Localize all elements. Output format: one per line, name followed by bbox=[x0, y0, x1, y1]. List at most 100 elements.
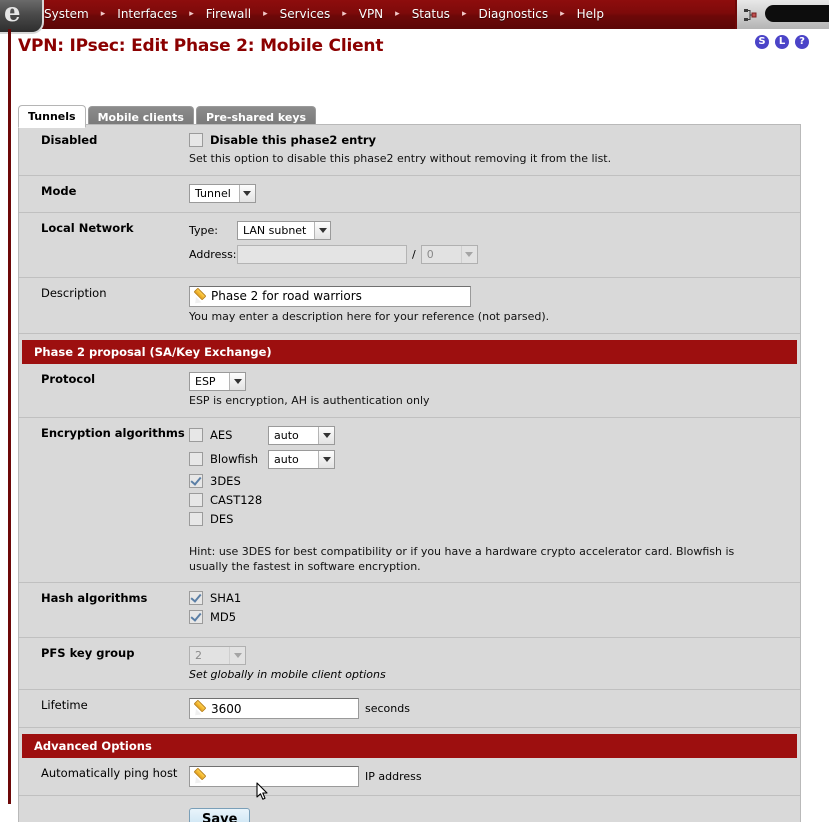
main-navigation-bar: System ▸ Interfaces ▸ Firewall ▸ Service… bbox=[0, 0, 829, 29]
local-network-type-row: Type: LAN subnet bbox=[189, 220, 788, 240]
pfsense-page: System ▸ Interfaces ▸ Firewall ▸ Service… bbox=[0, 0, 829, 822]
section-phase2-proposal: Phase 2 proposal (SA/Key Exchange) bbox=[22, 339, 797, 364]
label-mode: Mode bbox=[41, 183, 77, 198]
cast128-checkbox[interactable] bbox=[189, 492, 203, 507]
encryption-option-aes[interactable]: AES auto bbox=[189, 425, 788, 445]
nav-separator-icon: ▸ bbox=[395, 9, 400, 19]
cast128-label: CAST128 bbox=[210, 492, 263, 507]
disable-phase2-checkbox[interactable] bbox=[189, 133, 203, 147]
3des-label: 3DES bbox=[210, 473, 241, 488]
tab-tunnels[interactable]: Tunnels bbox=[18, 105, 86, 128]
nav-items: System ▸ Interfaces ▸ Firewall ▸ Service… bbox=[34, 0, 614, 29]
nav-item-firewall[interactable]: Firewall bbox=[196, 0, 261, 29]
row-protocol: Protocol ESP ESP is encryption, AH is au… bbox=[19, 364, 800, 418]
chevron-down-icon bbox=[460, 245, 477, 263]
nav-separator-icon: ▸ bbox=[342, 9, 347, 19]
save-row: Save bbox=[19, 796, 800, 822]
field-mode: Tunnel bbox=[189, 183, 800, 204]
nav-item-status[interactable]: Status bbox=[402, 0, 460, 29]
nav-item-diagnostics[interactable]: Diagnostics bbox=[468, 0, 558, 29]
mode-select[interactable]: Tunnel bbox=[189, 183, 256, 203]
local-network-cidr-select[interactable]: 0 bbox=[420, 244, 478, 264]
local-network-type-select[interactable]: LAN subnet bbox=[237, 220, 332, 240]
encryption-option-3des[interactable]: 3DES bbox=[189, 473, 788, 488]
disabled-help-text: Set this option to disable this phase2 e… bbox=[189, 152, 612, 165]
nav-separator-icon: ▸ bbox=[189, 9, 194, 19]
sha1-checkbox[interactable] bbox=[189, 591, 203, 606]
chevron-down-icon bbox=[229, 647, 245, 665]
aes-checkbox[interactable] bbox=[189, 428, 203, 443]
label-disabled: Disabled bbox=[41, 133, 98, 147]
protocol-select-value: ESP bbox=[195, 374, 216, 388]
help-icon[interactable]: ? bbox=[795, 35, 809, 49]
description-input[interactable]: Phase 2 for road warriors bbox=[189, 285, 471, 307]
encryption-option-cast128[interactable]: CAST128 bbox=[189, 492, 788, 507]
nav-item-help[interactable]: Help bbox=[567, 0, 614, 29]
aes-label: AES bbox=[210, 428, 233, 443]
chevron-down-icon bbox=[318, 426, 334, 444]
disable-phase2-checkbox-row[interactable]: Disable this phase2 entry bbox=[189, 133, 788, 147]
md5-label: MD5 bbox=[210, 610, 237, 625]
sha1-label: SHA1 bbox=[210, 591, 242, 606]
local-network-address-input[interactable] bbox=[237, 244, 407, 264]
log-icon[interactable]: L bbox=[775, 35, 789, 49]
label-address: Address: bbox=[189, 247, 237, 261]
des-checkbox[interactable] bbox=[189, 511, 203, 526]
label-encryption-algorithms: Encryption algorithms bbox=[41, 425, 185, 440]
section-advanced-options: Advanced Options bbox=[22, 734, 797, 759]
ping-host-units: IP address bbox=[365, 770, 422, 784]
chevron-down-icon bbox=[238, 184, 255, 202]
nav-item-services[interactable]: Services bbox=[270, 0, 341, 29]
field-lifetime: 3600 seconds bbox=[189, 698, 800, 720]
lifetime-input[interactable]: 3600 bbox=[189, 698, 359, 720]
label-type: Type: bbox=[189, 223, 218, 237]
encryption-hint-text: Hint: use 3DES for best compatibility or… bbox=[189, 544, 735, 573]
row-lifetime: Lifetime 3600 seconds bbox=[19, 690, 800, 729]
label-hash-algorithms: Hash algorithms bbox=[41, 591, 148, 606]
label-lifetime: Lifetime bbox=[41, 698, 88, 713]
field-ping-host: IP address bbox=[189, 766, 800, 788]
field-disabled: Disable this phase2 entry Set this optio… bbox=[189, 133, 800, 167]
nav-separator-icon: ▸ bbox=[560, 9, 565, 19]
ping-host-input[interactable] bbox=[189, 766, 359, 788]
pfs-key-group-value: 2 bbox=[195, 649, 202, 663]
sitemap-icon[interactable] bbox=[743, 7, 759, 23]
field-protocol: ESP ESP is encryption, AH is authenticat… bbox=[189, 371, 800, 409]
mode-select-value: Tunnel bbox=[195, 186, 231, 200]
pfs-key-group-select[interactable]: 2 bbox=[189, 646, 246, 666]
protocol-help-text: ESP is encryption, AH is authentication … bbox=[189, 393, 430, 407]
nav-item-vpn[interactable]: VPN bbox=[349, 0, 393, 29]
aes-keylength-select[interactable]: auto bbox=[268, 425, 335, 445]
nav-right-area bbox=[735, 0, 829, 29]
3des-checkbox[interactable] bbox=[189, 473, 203, 488]
protocol-select[interactable]: ESP bbox=[189, 371, 246, 391]
row-mode: Mode Tunnel bbox=[19, 176, 800, 213]
lifetime-value: 3600 bbox=[211, 701, 242, 716]
hash-option-md5[interactable]: MD5 bbox=[189, 610, 788, 625]
blowfish-checkbox[interactable] bbox=[189, 452, 203, 467]
field-local-network: Type: LAN subnet Address: / 0 bbox=[189, 220, 800, 269]
nav-item-interfaces[interactable]: Interfaces bbox=[107, 0, 187, 29]
encryption-option-des[interactable]: DES bbox=[189, 511, 788, 526]
encryption-option-blowfish[interactable]: Blowfish auto bbox=[189, 449, 788, 469]
local-network-cidr-value: 0 bbox=[426, 247, 434, 261]
row-disabled: Disabled Disable this phase2 entry Set t… bbox=[19, 125, 800, 176]
field-encryption-algorithms: AES auto Blowfish auto 3DES CAST128 DES … bbox=[189, 425, 800, 575]
lifetime-units: seconds bbox=[365, 702, 410, 716]
md5-checkbox[interactable] bbox=[189, 610, 203, 625]
description-value: Phase 2 for road warriors bbox=[211, 289, 362, 304]
search-input[interactable] bbox=[765, 5, 829, 22]
blowfish-keylength-select[interactable]: auto bbox=[268, 449, 335, 469]
row-local-network: Local Network Type: LAN subnet Address: … bbox=[19, 213, 800, 278]
local-network-type-value: LAN subnet bbox=[243, 223, 307, 237]
save-button[interactable]: Save bbox=[189, 808, 251, 822]
hash-option-sha1[interactable]: SHA1 bbox=[189, 591, 788, 606]
chevron-down-icon bbox=[314, 221, 331, 239]
chevron-down-icon bbox=[318, 450, 334, 468]
status-icon[interactable]: S bbox=[755, 35, 769, 49]
logo-letter: e bbox=[4, 0, 21, 28]
title-icon-group: S L ? bbox=[755, 35, 809, 49]
label-local-network: Local Network bbox=[41, 220, 134, 235]
description-help-text: You may enter a description here for you… bbox=[189, 309, 550, 323]
pfsense-logo[interactable]: e bbox=[0, 0, 44, 34]
